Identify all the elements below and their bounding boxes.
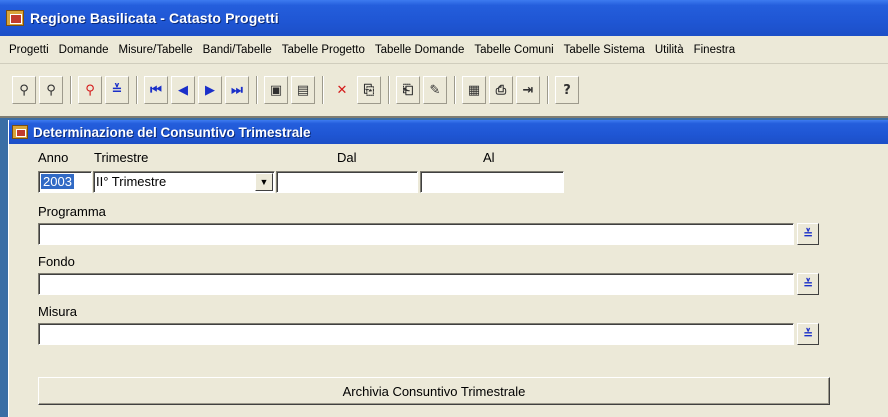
programma-label: Programma — [38, 204, 106, 219]
toolbar-separator — [454, 76, 456, 104]
trimestre-dropdown-button[interactable]: ▼ — [255, 173, 273, 191]
help-icon[interactable]: ? — [555, 76, 579, 104]
archive-button[interactable]: Archivia Consuntivo Trimestrale — [38, 377, 830, 405]
form-title: Determinazione del Consuntivo Trimestral… — [33, 124, 311, 140]
list-of-values-icon: ≚ — [802, 327, 814, 341]
menu-bar: Progetti Domande Misure/Tabelle Bandi/Ta… — [0, 36, 888, 64]
paste-icon[interactable]: ⎗ — [396, 76, 420, 104]
toolbar-separator — [388, 76, 390, 104]
menu-finestra[interactable]: Finestra — [689, 44, 741, 56]
al-field[interactable] — [420, 171, 564, 193]
app-icon — [6, 10, 24, 26]
menu-domande[interactable]: Domande — [54, 44, 114, 56]
exit-icon[interactable]: ⇥ — [516, 76, 540, 104]
toolbar-separator — [256, 76, 258, 104]
form-titlebar: Determinazione del Consuntivo Trimestral… — [9, 120, 888, 144]
toolbar-separator — [136, 76, 138, 104]
toolbar-separator — [322, 76, 324, 104]
menu-tabelle-domande[interactable]: Tabelle Domande — [370, 44, 470, 56]
find-icon[interactable]: ⚲ — [12, 76, 36, 104]
menu-tabelle-comuni[interactable]: Tabelle Comuni — [469, 44, 558, 56]
programma-field[interactable] — [38, 223, 794, 245]
archive-button-label: Archivia Consuntivo Trimestrale — [342, 383, 526, 399]
menu-utilita[interactable]: Utilità — [650, 44, 689, 56]
list-icon[interactable]: ≚ — [105, 76, 129, 104]
last-record-icon[interactable]: ⏭ — [225, 76, 249, 104]
menu-bandi-tabelle[interactable]: Bandi/Tabelle — [198, 44, 277, 56]
fondo-field[interactable] — [38, 273, 794, 295]
list-of-values-icon: ≚ — [802, 227, 814, 241]
programma-list-button[interactable]: ≚ — [797, 223, 819, 245]
anno-value: 2003 — [41, 174, 74, 189]
anno-field[interactable]: 2003 — [38, 171, 92, 193]
first-record-icon[interactable]: ⏮ — [144, 76, 168, 104]
menu-progetti[interactable]: Progetti — [4, 44, 54, 56]
window-title: Regione Basilicata - Catasto Progetti — [30, 10, 279, 26]
window-titlebar: Regione Basilicata - Catasto Progetti — [0, 0, 888, 36]
next-record-icon[interactable]: ▶ — [198, 76, 222, 104]
dal-label: Dal — [337, 150, 357, 165]
trimestre-value: II° Trimestre — [96, 174, 167, 189]
delete-icon[interactable]: ✕ — [330, 76, 354, 104]
find-clear-icon[interactable]: ⚲ — [78, 76, 102, 104]
fondo-list-button[interactable]: ≚ — [797, 273, 819, 295]
misura-list-button[interactable]: ≚ — [797, 323, 819, 345]
list-of-values-icon: ≚ — [802, 277, 814, 291]
toolbar-separator — [547, 76, 549, 104]
fondo-label: Fondo — [38, 254, 75, 269]
menu-tabelle-progetto[interactable]: Tabelle Progetto — [277, 44, 370, 56]
misura-label: Misura — [38, 304, 78, 319]
form-window: Determinazione del Consuntivo Trimestral… — [8, 120, 888, 417]
chevron-down-icon: ▼ — [259, 177, 269, 187]
edit-icon[interactable]: ✎ — [423, 76, 447, 104]
report-icon[interactable]: ▦ — [462, 76, 486, 104]
print-icon[interactable]: ⎙ — [489, 76, 513, 104]
previous-record-icon[interactable]: ◀ — [171, 76, 195, 104]
trimestre-label: Trimestre — [94, 150, 149, 165]
menu-tabelle-sistema[interactable]: Tabelle Sistema — [559, 44, 650, 56]
al-label: Al — [483, 150, 495, 165]
form-icon — [12, 125, 28, 139]
toolbar: ⚲ ⚲ ⚲ ≚ ⏮ ◀ ▶ ⏭ ▣ ▤ ✕ ⎘ ⎗ ✎ ▦ ⎙ ⇥ ? — [0, 64, 888, 118]
toolbar-separator — [70, 76, 72, 104]
find-next-icon[interactable]: ⚲ — [39, 76, 63, 104]
misura-field[interactable] — [38, 323, 794, 345]
save-icon[interactable]: ▤ — [291, 76, 315, 104]
new-record-icon[interactable]: ▣ — [264, 76, 288, 104]
trimestre-select[interactable]: II° Trimestre — [93, 171, 275, 193]
copy-icon[interactable]: ⎘ — [357, 76, 381, 104]
menu-misure-tabelle[interactable]: Misure/Tabelle — [114, 44, 198, 56]
anno-label: Anno — [38, 150, 69, 165]
dal-field[interactable] — [276, 171, 418, 193]
